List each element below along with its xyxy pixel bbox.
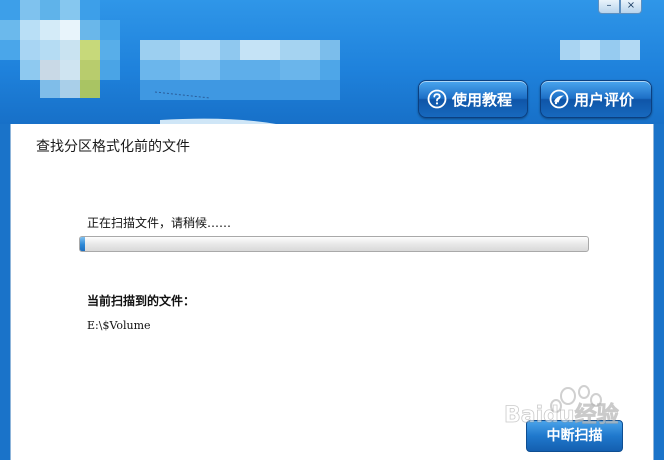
tutorial-button-label: 使用教程 bbox=[452, 90, 513, 109]
tutorial-button[interactable]: 使用教程 bbox=[418, 80, 528, 118]
scan-status-text: 正在扫描文件，请稍候…… bbox=[87, 216, 232, 230]
minimize-button[interactable]: – bbox=[598, 0, 620, 14]
header-banner: – × 使用教程 用户评价 bbox=[0, 0, 664, 124]
question-circle-icon bbox=[427, 89, 447, 109]
scan-progress-bar bbox=[79, 236, 589, 252]
scan-panel: 查找分区格式化前的文件 正在扫描文件，请稍候…… 当前扫描到的文件： E:\$V… bbox=[10, 124, 654, 460]
close-button[interactable]: × bbox=[620, 0, 642, 14]
current-file-label: 当前扫描到的文件： bbox=[87, 294, 196, 308]
stop-scan-button[interactable]: 中断扫描 bbox=[526, 420, 623, 452]
feedback-badge-icon bbox=[549, 89, 569, 109]
scan-progress-fill bbox=[80, 237, 86, 251]
panel-title: 查找分区格式化前的文件 bbox=[36, 139, 190, 155]
current-file-path: E:\$Volume bbox=[87, 319, 151, 332]
app-window: – × 使用教程 用户评价 查找分区格式化前的文件 正在扫描文件，请稍候…… 当… bbox=[0, 0, 664, 460]
user-review-button[interactable]: 用户评价 bbox=[540, 80, 652, 118]
user-review-button-label: 用户评价 bbox=[574, 90, 635, 109]
